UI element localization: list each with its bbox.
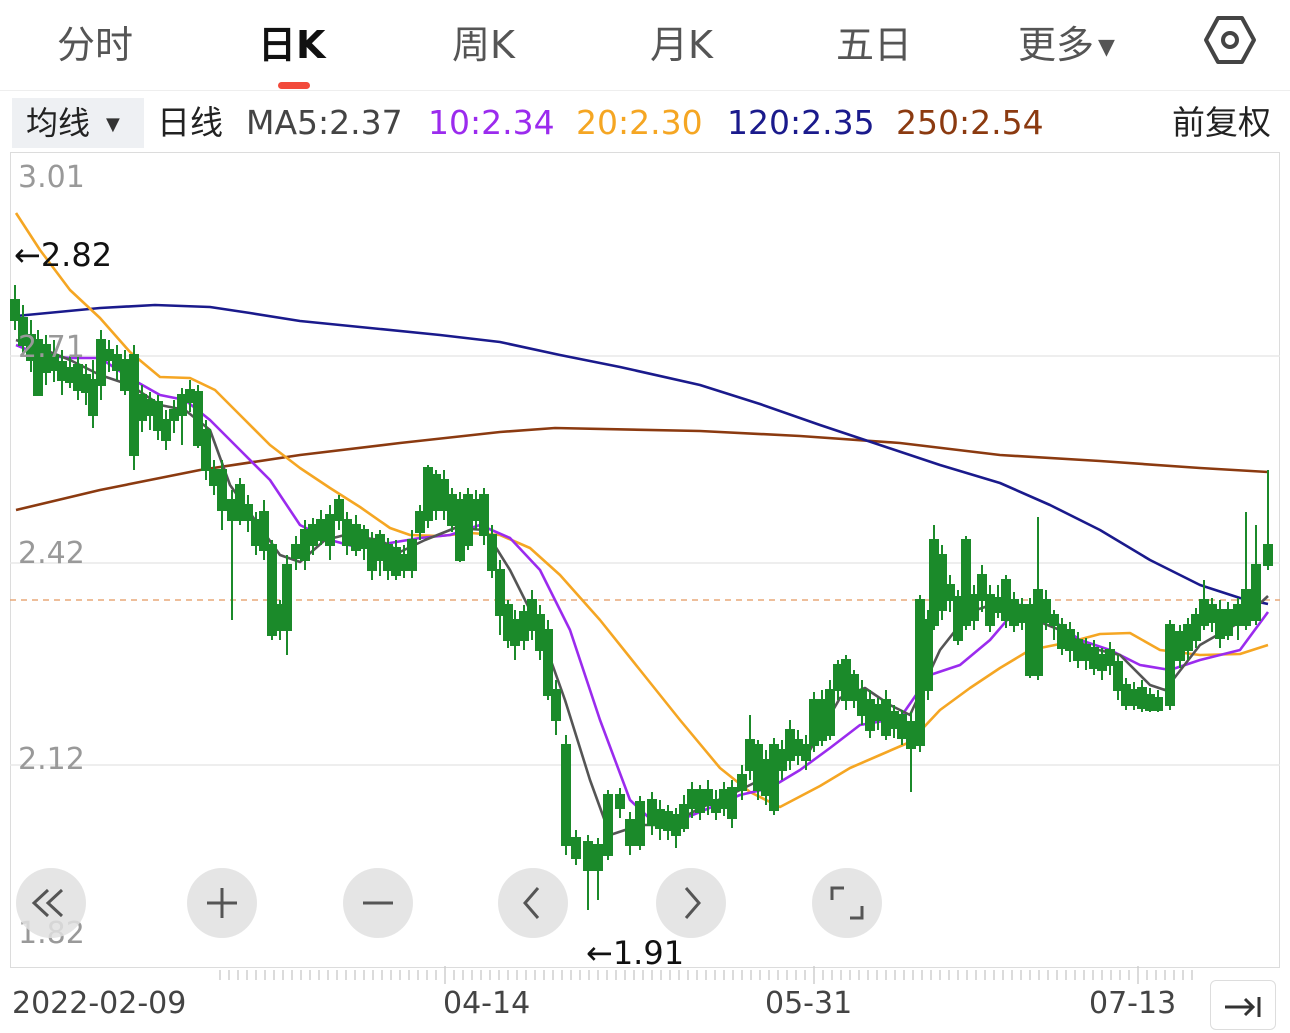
ma20-value: 20:2.30 bbox=[576, 103, 703, 142]
x-date-label: 07-13 bbox=[1089, 986, 1177, 1021]
kline-chart-frame[interactable] bbox=[10, 152, 1280, 968]
period-tabs: 分时 日K 周K 月K 五日 更多 ▼ bbox=[0, 0, 1290, 91]
caret-down-icon: ▼ bbox=[106, 114, 120, 135]
y-tick-label: 2.42 bbox=[18, 536, 85, 571]
x-date-label: 05-31 bbox=[765, 986, 853, 1021]
ma250-value: 250:2.54 bbox=[896, 103, 1044, 142]
fullscreen-icon bbox=[830, 886, 864, 920]
tab-five-day[interactable]: 五日 bbox=[836, 14, 912, 69]
prev-icon bbox=[523, 887, 540, 919]
x-date-label: 04-14 bbox=[443, 986, 531, 1021]
zoom-out-icon bbox=[363, 901, 393, 905]
x-date-label: 2022-02-09 bbox=[12, 986, 187, 1021]
jump-to-latest-button[interactable] bbox=[1210, 980, 1276, 1030]
zoom-in-button[interactable] bbox=[187, 868, 257, 938]
next-icon bbox=[684, 887, 701, 919]
prev-button[interactable] bbox=[498, 868, 568, 938]
ma10-value: 10:2.34 bbox=[428, 103, 555, 142]
jump-to-latest-icon bbox=[1225, 997, 1261, 1017]
tab-monthly-k[interactable]: 月K bbox=[650, 14, 713, 69]
chevron-down-icon: ▼ bbox=[1098, 35, 1115, 60]
high-price-label: ←2.82 bbox=[14, 236, 113, 274]
zoom-out-button[interactable] bbox=[343, 868, 413, 938]
y-tick-label: 3.01 bbox=[18, 160, 85, 195]
fast-rewind-button[interactable] bbox=[16, 868, 86, 938]
tab-more[interactable]: 更多 ▼ bbox=[1018, 14, 1115, 69]
y-tick-label: 2.71 bbox=[18, 330, 85, 365]
fullscreen-button[interactable] bbox=[812, 868, 882, 938]
period-label: 日线 bbox=[157, 103, 223, 142]
next-button[interactable] bbox=[656, 868, 726, 938]
ma5-value: MA5:2.37 bbox=[246, 103, 403, 142]
hexagon-gear-icon[interactable] bbox=[1200, 12, 1260, 68]
tab-intraday[interactable]: 分时 bbox=[57, 14, 133, 69]
fast-rewind-icon bbox=[31, 888, 64, 918]
tab-daily-k[interactable]: 日K bbox=[258, 14, 325, 69]
tab-weekly-k[interactable]: 周K bbox=[452, 14, 515, 69]
price-adjustment-toggle[interactable]: 前复权 bbox=[1172, 102, 1271, 144]
ma120-value: 120:2.35 bbox=[727, 103, 875, 142]
zoom-in-icon bbox=[207, 888, 237, 918]
tab-more-label: 更多 bbox=[1018, 23, 1095, 67]
ma-dropdown[interactable]: 均线 ▼ bbox=[12, 98, 144, 148]
active-tab-indicator bbox=[278, 82, 310, 89]
ma-dropdown-label: 均线 bbox=[26, 104, 91, 142]
y-tick-label: 2.12 bbox=[18, 742, 85, 777]
moving-average-bar: 均线 ▼ 日线 MA5:2.37 10:2.34 20:2.30 120:2.35… bbox=[0, 96, 1290, 150]
